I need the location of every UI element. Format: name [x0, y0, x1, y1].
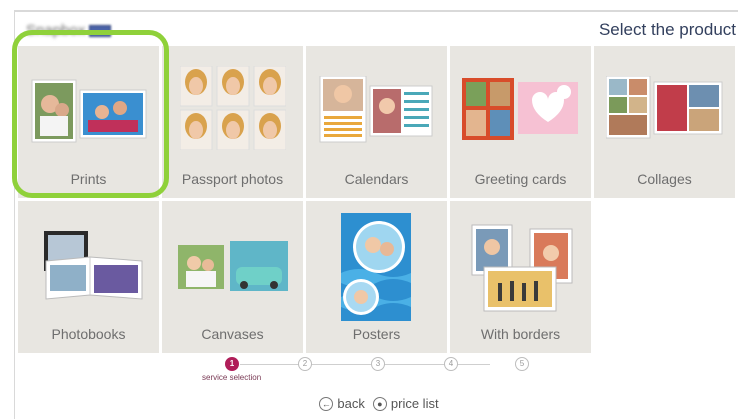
brand-text: Snapbox	[26, 22, 86, 39]
product-tile-posters[interactable]: Posters	[306, 201, 447, 353]
product-tile-calendars[interactable]: Calendars	[306, 46, 447, 198]
product-label: Greeting cards	[474, 171, 567, 187]
product-tile-prints[interactable]: Prints	[18, 46, 159, 198]
step-1: 1	[225, 357, 239, 371]
page-title: Select the product	[598, 20, 736, 39]
product-label: Passport photos	[181, 171, 284, 187]
footer-nav: ← back ● price list	[0, 396, 738, 411]
product-tile-passport-photos[interactable]: Passport photos	[162, 46, 303, 198]
calendars-thumbnail	[319, 76, 433, 143]
flag-icon	[89, 24, 112, 37]
step-caption: service selection	[202, 373, 262, 382]
left-rule	[14, 10, 15, 419]
product-label: Collages	[637, 171, 692, 187]
step-4: 4	[444, 357, 458, 371]
back-link[interactable]: ← back	[319, 396, 365, 411]
step-5: 5	[515, 357, 529, 371]
brand-logo: Snapbox	[26, 22, 112, 39]
product-label: With borders	[480, 326, 561, 342]
price-list-label: price list	[390, 396, 439, 411]
product-label: Calendars	[344, 171, 409, 187]
top-rule	[14, 10, 738, 12]
step-2: 2	[298, 357, 312, 371]
product-label: Posters	[352, 326, 401, 342]
step-3: 3	[371, 357, 385, 371]
product-label: Canvases	[201, 326, 264, 342]
prints-thumbnail	[31, 79, 147, 143]
collages-thumbnail	[606, 76, 723, 139]
radio-dot-icon: ●	[372, 396, 387, 411]
arrow-left-icon: ←	[319, 396, 334, 411]
with-borders-thumbnail	[471, 224, 573, 312]
price-list-link[interactable]: ● price list	[372, 396, 439, 411]
step-indicator: 1 2 3 4 5 service selection	[200, 357, 540, 385]
passport-photos-thumbnail	[180, 66, 286, 150]
product-tile-photobooks[interactable]: Photobooks	[18, 201, 159, 353]
product-tile-with-borders[interactable]: With borders	[450, 201, 591, 353]
back-label: back	[337, 396, 365, 411]
product-tile-collages[interactable]: Collages	[594, 46, 735, 198]
product-label: Photobooks	[51, 326, 126, 342]
photobooks-thumbnail	[44, 231, 143, 300]
product-tile-canvases[interactable]: Canvases	[162, 201, 303, 353]
greeting-cards-thumbnail	[462, 78, 578, 140]
product-tile-greeting-cards[interactable]: Greeting cards	[450, 46, 591, 198]
posters-thumbnail	[341, 213, 411, 321]
product-label: Prints	[70, 171, 107, 187]
canvases-thumbnail	[178, 241, 288, 291]
